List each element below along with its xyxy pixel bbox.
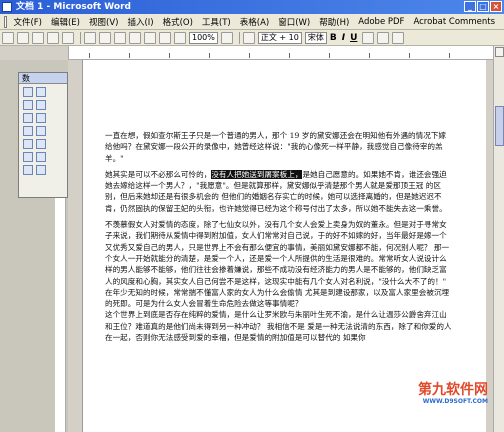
menu-adobe-pdf[interactable]: Adobe PDF <box>358 17 404 27</box>
document-icon <box>4 15 8 28</box>
zoom-dropdown[interactable]: 100% <box>189 31 218 44</box>
scroll-thumb[interactable] <box>495 106 504 146</box>
oval-tool-icon[interactable] <box>36 100 46 110</box>
menu-insert[interactable]: 插入(I) <box>127 16 153 28</box>
menu-acrobat-comments[interactable]: Acrobat Comments <box>413 17 495 27</box>
textbox-tool-icon[interactable] <box>23 113 33 123</box>
word-app-icon <box>2 2 12 12</box>
scroll-up-button[interactable] <box>495 47 504 57</box>
bold-button[interactable]: B <box>330 33 337 43</box>
title-bar: 文档 1 - Microsoft Word _ □ × <box>0 0 504 14</box>
watermark: 第九软件网 WWW.D9SOFT.COM <box>418 382 488 406</box>
clipart-tool-icon[interactable] <box>23 126 33 136</box>
menu-help[interactable]: 帮助(H) <box>319 16 349 28</box>
paragraph-5[interactable]: 这个世界上到底是否存在纯粹的爱情，是什么让罗米欧与朱丽叶生死不渝，是什么让温莎公… <box>105 309 453 343</box>
menu-format[interactable]: 格式(O) <box>163 16 193 28</box>
underline-button[interactable]: U <box>350 33 357 43</box>
paragraph-3[interactable]: 不羡慕假女人对爱情的态度，除了七仙女以外，没有几个女人会爱上卖身为奴的董永。但是… <box>105 219 453 287</box>
wordart-tool-icon[interactable] <box>36 113 46 123</box>
panel-title: 数 <box>19 73 67 84</box>
open-icon[interactable] <box>17 31 29 44</box>
drawing-tools-panel: 数 <box>18 72 68 198</box>
minimize-button[interactable]: _ <box>464 1 476 12</box>
window-title: 文档 1 - Microsoft Word <box>16 2 131 12</box>
vertical-ruler[interactable] <box>55 198 66 432</box>
styles-icon[interactable] <box>242 31 255 44</box>
style-dropdown[interactable]: 正文 + 10 <box>257 31 302 44</box>
document-body[interactable]: 一直在想，假如查尔斯王子只是一个普通的男人，那个 19 岁的黛安娜还会在明知他有… <box>105 130 453 343</box>
paragraph-2[interactable]: 她其实是可以不必那么可怜的，没有人把她送到屠案板上，是她自己愿意的。如果她不肯，… <box>105 169 453 214</box>
save-icon[interactable] <box>32 31 44 44</box>
align-center-icon[interactable] <box>377 31 390 44</box>
formatting-toolbar: 100% 正文 + 10 宋体 B I U <box>0 30 504 46</box>
paragraph-2-start[interactable]: 她其实是可以不必那么可怜的， <box>105 170 211 179</box>
print-preview-icon[interactable] <box>62 31 74 44</box>
fill-color-icon[interactable] <box>23 139 33 149</box>
watermark-text: 第九软件网 <box>418 382 488 398</box>
undo-icon[interactable] <box>129 31 141 44</box>
close-button[interactable]: × <box>490 1 502 12</box>
align-right-icon[interactable] <box>392 31 405 44</box>
paragraph-1[interactable]: 一直在想，假如查尔斯王子只是一个普通的男人，那个 19 岁的黛安娜还会在明知他有… <box>105 130 453 164</box>
arrow-tool-icon[interactable] <box>36 87 46 97</box>
rectangle-tool-icon[interactable] <box>23 100 33 110</box>
font-color-icon[interactable] <box>23 152 33 162</box>
print-icon[interactable] <box>47 31 59 44</box>
columns-icon[interactable] <box>174 31 186 44</box>
shadow-tool-icon[interactable] <box>36 152 46 162</box>
paragraph-4[interactable]: 在年少无知的时候，常常揣不懂富人家的女人为什么会偷情 尤其是到建设那家，以及富人… <box>105 287 453 310</box>
maximize-button[interactable]: □ <box>477 1 489 12</box>
watermark-url: WWW.D9SOFT.COM <box>422 398 488 405</box>
toolbar-separator <box>238 31 240 44</box>
selected-text[interactable]: 没有人把她送到屠案板上， <box>211 169 303 179</box>
help-icon[interactable] <box>220 31 233 44</box>
line-tool-icon[interactable] <box>23 87 33 97</box>
horizontal-ruler[interactable] <box>68 46 493 60</box>
copy-icon[interactable] <box>99 31 111 44</box>
italic-button[interactable]: I <box>342 33 345 43</box>
insert-table-icon[interactable] <box>159 31 171 44</box>
3d-tool-icon[interactable] <box>23 165 33 175</box>
line-color-icon[interactable] <box>36 139 46 149</box>
font-dropdown[interactable]: 宋体 <box>304 31 327 44</box>
paste-icon[interactable] <box>114 31 126 44</box>
menu-bar: 文件(F) 编辑(E) 视图(V) 插入(I) 格式(O) 工具(T) 表格(A… <box>0 14 504 30</box>
menu-tools[interactable]: 工具(T) <box>202 16 231 28</box>
document-page[interactable]: 一直在想，假如查尔斯王子只是一个普通的男人，那个 19 岁的黛安娜还会在明知他有… <box>82 60 486 432</box>
dash-style-icon[interactable] <box>36 165 46 175</box>
toolbar-separator <box>80 31 81 44</box>
align-left-icon[interactable] <box>362 31 375 44</box>
menu-window[interactable]: 窗口(W) <box>278 16 310 28</box>
cut-icon[interactable] <box>84 31 96 44</box>
menu-file[interactable]: 文件(F) <box>13 16 42 28</box>
menu-edit[interactable]: 编辑(E) <box>51 16 80 28</box>
menu-view[interactable]: 视图(V) <box>89 16 118 28</box>
menu-table[interactable]: 表格(A) <box>240 16 269 28</box>
new-document-icon[interactable] <box>2 31 14 44</box>
redo-icon[interactable] <box>144 31 156 44</box>
vertical-scrollbar[interactable] <box>493 46 504 432</box>
picture-tool-icon[interactable] <box>36 126 46 136</box>
